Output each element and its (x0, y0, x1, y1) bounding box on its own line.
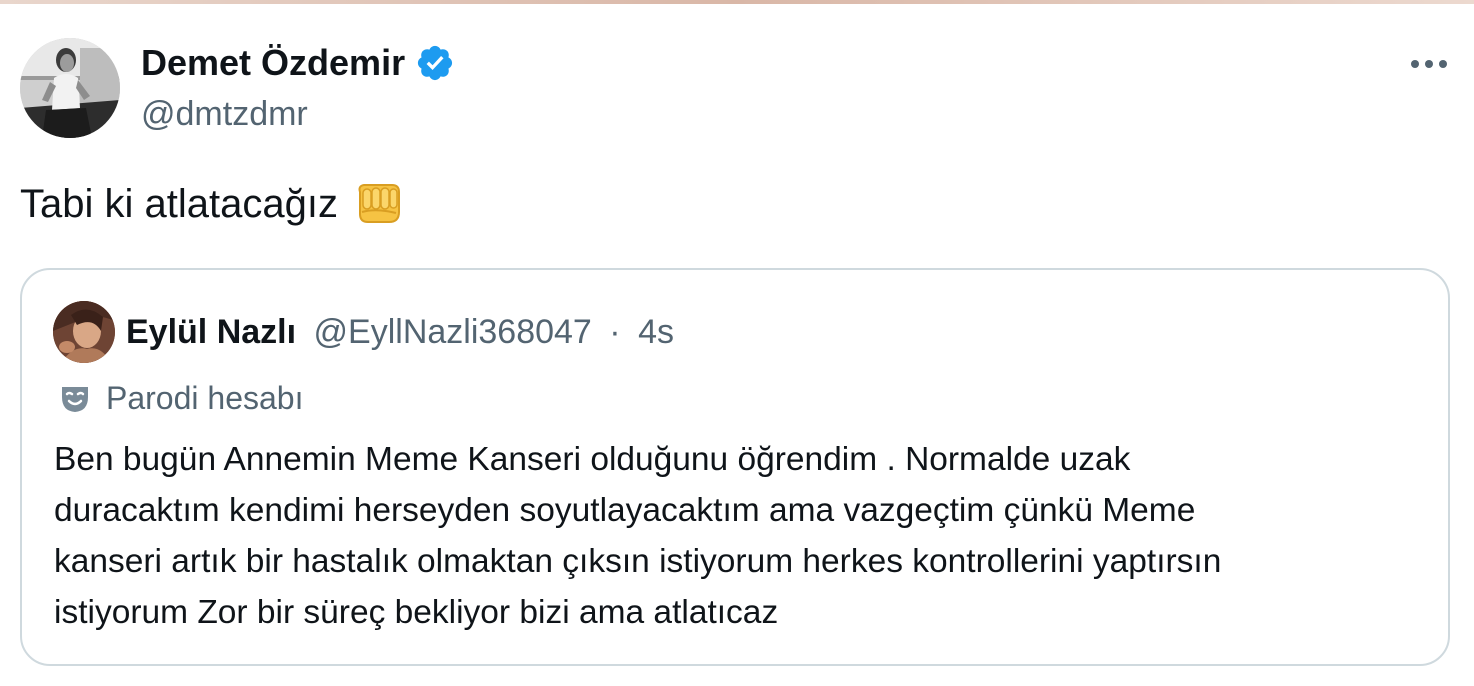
quoted-tweet-card[interactable]: Eylül Nazlı @EyllNazli368047 · 4s Parodi… (20, 268, 1450, 666)
author-avatar[interactable] (20, 38, 120, 138)
more-options-icon (1411, 60, 1447, 68)
theater-mask-icon (58, 381, 92, 415)
quoted-tweet-text: Ben bugün Annemin Meme Kanseri olduğunu … (54, 434, 1434, 638)
quoted-author-name[interactable]: Eylül Nazlı (126, 313, 296, 351)
author-name[interactable]: Demet Özdemir (141, 42, 455, 84)
profile-photo-icon (53, 301, 115, 363)
quoted-text-line: duracaktım kendimi herseyden soyutlayaca… (54, 492, 1196, 529)
tweet: Demet Özdemir @dmtzdmr Tabi ki atlatacağ… (0, 0, 1474, 686)
quoted-author-handle[interactable]: @EyllNazli368047 (314, 313, 592, 351)
more-options-button[interactable] (1405, 50, 1453, 78)
quoted-author-line: Eylül Nazlı @EyllNazli368047 · 4s (126, 310, 674, 354)
parody-label: Parodi hesabı (58, 378, 303, 418)
parody-label-text: Parodi hesabı (106, 380, 304, 416)
author-name-text: Demet Özdemir (141, 42, 406, 83)
profile-photo-icon (20, 38, 120, 138)
quoted-text-line: kanseri artık bir hastalık olmaktan çıks… (54, 543, 1222, 580)
quoted-text-line: istiyorum Zor bir süreç bekliyor bizi am… (54, 594, 779, 631)
separator-dot: · (609, 313, 621, 351)
verified-badge-icon (415, 43, 455, 83)
quoted-text-line: Ben bugün Annemin Meme Kanseri olduğunu … (54, 441, 1131, 478)
author-handle[interactable]: @dmtzdmr (141, 94, 308, 134)
tweet-text-content: Tabi ki atlatacağız (20, 182, 338, 226)
quoted-timestamp[interactable]: 4s (638, 313, 674, 351)
oncoming-fist-emoji-icon (352, 182, 404, 226)
tweet-text: Tabi ki atlatacağız (20, 180, 404, 228)
quoted-author-avatar[interactable] (53, 301, 115, 363)
